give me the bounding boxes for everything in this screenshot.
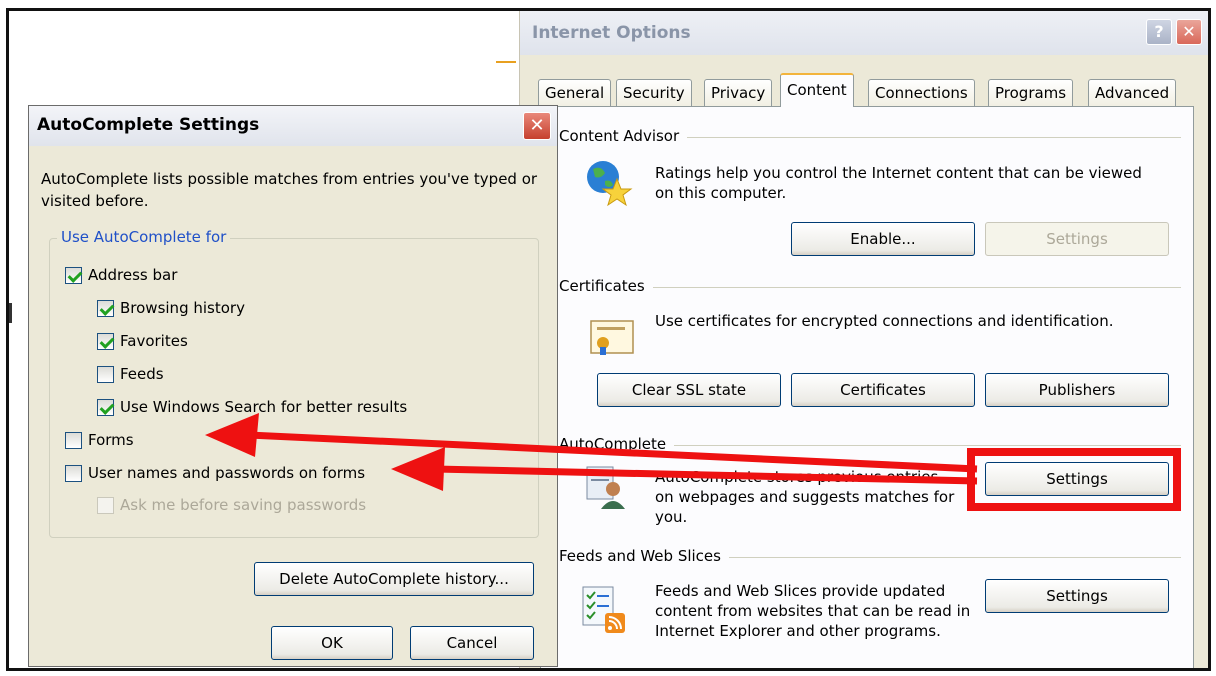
background-text-fragment — [9, 303, 12, 323]
favorites-label: Favorites — [120, 332, 188, 350]
feeds-option-label: Feeds — [120, 365, 164, 383]
usernames-passwords-checkbox[interactable] — [65, 464, 82, 482]
browsing-history-label: Browsing history — [120, 299, 245, 317]
dialog-titlebar: AutoComplete Settings ✕ — [29, 106, 557, 146]
certificate-icon — [589, 317, 635, 357]
forms-label: Forms — [88, 431, 134, 449]
content-advisor-label: Content Advisor — [559, 127, 688, 145]
dialog-title: AutoComplete Settings — [37, 115, 260, 135]
ask-before-saving-option: Ask me before saving passwords — [97, 496, 366, 514]
dialog-close-button[interactable]: ✕ — [523, 112, 551, 140]
usernames-passwords-label: User names and passwords on forms — [88, 464, 366, 482]
ok-button[interactable]: OK — [271, 626, 393, 660]
tab-connections[interactable]: Connections — [868, 79, 975, 107]
windows-search-checkbox[interactable] — [97, 398, 114, 416]
favorites-option[interactable]: Favorites — [97, 332, 188, 350]
content-advisor-settings-button[interactable]: Settings — [985, 222, 1169, 256]
internet-options-window: Internet Options ? ✕ General Security Pr… — [519, 11, 1208, 668]
certificates-description: Use certificates for encrypted connectio… — [655, 312, 1114, 330]
autocomplete-label: AutoComplete — [559, 435, 675, 453]
ask-before-saving-checkbox — [97, 496, 114, 514]
group-legend: Use AutoComplete for — [57, 228, 231, 246]
enable-button[interactable]: Enable... — [791, 222, 975, 256]
content-advisor-description: Ratings help you control the Internet co… — [655, 164, 1142, 202]
content-tab-panel: Content Advisor Ratings help you control… — [540, 106, 1194, 668]
feeds-option[interactable]: Feeds — [97, 365, 164, 383]
autocomplete-settings-button[interactable]: Settings — [985, 462, 1169, 496]
feeds-checkbox[interactable] — [97, 365, 114, 383]
tab-advanced[interactable]: Advanced — [1088, 79, 1177, 107]
help-button[interactable]: ? — [1146, 19, 1172, 45]
background-accent-line — [496, 61, 516, 63]
autocomplete-description: AutoComplete stores previous entries on … — [655, 468, 955, 526]
forms-checkbox[interactable] — [65, 431, 82, 449]
tab-programs[interactable]: Programs — [988, 79, 1074, 107]
certificates-rule — [561, 287, 1181, 288]
browsing-history-checkbox[interactable] — [97, 299, 114, 317]
usernames-passwords-option[interactable]: User names and passwords on forms — [65, 464, 365, 482]
globe-star-icon — [583, 157, 633, 207]
window-title: Internet Options — [532, 23, 691, 43]
delete-history-button[interactable]: Delete AutoComplete history... — [254, 562, 534, 596]
certificates-button[interactable]: Certificates — [791, 373, 975, 407]
tab-general[interactable]: General — [538, 79, 612, 107]
clear-ssl-state-button[interactable]: Clear SSL state — [597, 373, 781, 407]
feeds-list-icon — [579, 583, 629, 635]
address-bar-label: Address bar — [88, 266, 178, 284]
tab-security[interactable]: Security — [616, 79, 692, 107]
feeds-label: Feeds and Web Slices — [559, 547, 729, 565]
internet-options-titlebar: Internet Options ? ✕ — [520, 11, 1208, 55]
cancel-button[interactable]: Cancel — [410, 626, 534, 660]
feeds-description: Feeds and Web Slices provide updated con… — [655, 582, 971, 640]
screenshot-frame: Internet Options ? ✕ General Security Pr… — [6, 8, 1211, 671]
autocomplete-person-icon — [583, 463, 631, 511]
forms-option[interactable]: Forms — [65, 431, 134, 449]
browsing-history-option[interactable]: Browsing history — [97, 299, 245, 317]
close-button[interactable]: ✕ — [1176, 19, 1202, 45]
windows-search-label: Use Windows Search for better results — [120, 398, 408, 416]
feeds-settings-button[interactable]: Settings — [985, 579, 1169, 613]
address-bar-checkbox[interactable] — [65, 266, 82, 284]
autocomplete-settings-dialog: AutoComplete Settings ✕ AutoComplete lis… — [28, 105, 558, 667]
favorites-checkbox[interactable] — [97, 332, 114, 350]
ask-before-saving-label: Ask me before saving passwords — [120, 496, 367, 514]
tab-content[interactable]: Content — [780, 73, 854, 107]
address-bar-option[interactable]: Address bar — [65, 266, 177, 284]
publishers-button[interactable]: Publishers — [985, 373, 1169, 407]
certificates-label: Certificates — [559, 277, 653, 295]
tab-privacy[interactable]: Privacy — [704, 79, 773, 107]
dialog-description: AutoComplete lists possible matches from… — [41, 170, 538, 210]
windows-search-option[interactable]: Use Windows Search for better results — [97, 398, 407, 416]
